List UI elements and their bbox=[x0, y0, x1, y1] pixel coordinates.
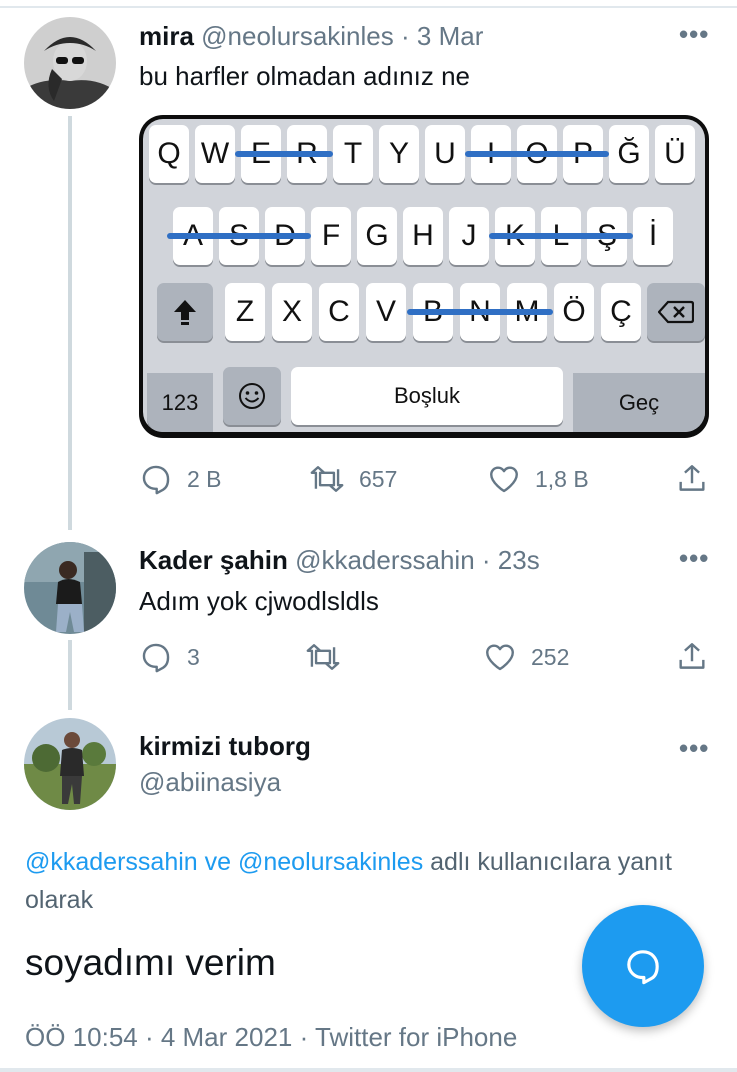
key-z: Z bbox=[225, 283, 265, 341]
reply-icon bbox=[142, 465, 170, 495]
display-name[interactable]: Kader şahin bbox=[139, 545, 288, 575]
retweet-count: 657 bbox=[359, 465, 398, 492]
strikethrough-line bbox=[235, 151, 333, 157]
emoji-key bbox=[223, 367, 281, 425]
mention-connector: ve bbox=[204, 848, 232, 876]
key-x: X bbox=[272, 283, 312, 341]
reply-count: 3 bbox=[187, 643, 200, 670]
keyboard-image[interactable]: 123 Boşluk Geç QWERTYUIOPĞÜASDFGHJKLŞİZX… bbox=[139, 115, 709, 438]
user-handle[interactable]: @kkaderssahin bbox=[295, 545, 475, 575]
avatar[interactable] bbox=[24, 17, 116, 109]
tweet-text: Adım yok cjwodlsldls bbox=[139, 586, 379, 616]
shift-arrow-icon bbox=[174, 300, 196, 325]
share-button[interactable] bbox=[675, 462, 709, 496]
key-h: H bbox=[403, 207, 443, 265]
mention-link[interactable]: @neolursakinles bbox=[238, 848, 423, 876]
tweet-header: mira @neolursakinles · 3 Mar bbox=[139, 20, 483, 52]
display-name[interactable]: kirmizi tuborg bbox=[139, 731, 311, 761]
like-button[interactable]: 1,8 B bbox=[487, 462, 589, 496]
reply-button[interactable]: 3 bbox=[139, 640, 200, 674]
more-options-button[interactable]: ••• bbox=[679, 543, 709, 574]
separator-dot: · bbox=[401, 21, 410, 51]
main-tweet-name: kirmizi tuborg bbox=[139, 730, 311, 762]
like-count: 1,8 B bbox=[535, 465, 589, 492]
retweet-icon bbox=[310, 466, 344, 492]
retweet-icon bbox=[306, 644, 340, 670]
shift-key bbox=[157, 283, 213, 341]
main-tweet-text: soyadımı verim bbox=[25, 942, 276, 983]
keyboard-surface: 123 Boşluk Geç QWERTYUIOPĞÜASDFGHJKLŞİZX… bbox=[143, 119, 705, 432]
reply-context: @kkaderssahin ve @neolursakinles adlı ku… bbox=[25, 843, 705, 919]
heart-icon bbox=[486, 644, 514, 671]
main-tweet-handle: @abiinasiya bbox=[139, 766, 281, 798]
like-button[interactable]: 252 bbox=[483, 640, 569, 674]
thread-line bbox=[68, 116, 72, 530]
reply-icon bbox=[142, 643, 170, 673]
retweet-button[interactable]: 657 bbox=[309, 462, 397, 496]
key-j: J bbox=[449, 207, 489, 265]
numbers-key: 123 bbox=[147, 373, 213, 432]
reply-button[interactable]: 2 B bbox=[139, 462, 222, 496]
tweet-actions: 3 252 bbox=[139, 640, 709, 680]
more-options-button[interactable]: ••• bbox=[679, 733, 709, 764]
key-ç: Ç bbox=[601, 283, 641, 341]
heart-icon bbox=[490, 466, 518, 493]
key-t: T bbox=[333, 125, 373, 183]
strikethrough-line bbox=[465, 151, 609, 157]
tweet-text: bu harfler olmadan adınız ne bbox=[139, 61, 470, 91]
avatar[interactable] bbox=[24, 542, 116, 634]
key-ö: Ö bbox=[554, 283, 594, 341]
more-options-button[interactable]: ••• bbox=[679, 19, 709, 50]
key-y: Y bbox=[379, 125, 419, 183]
compose-reply-button[interactable] bbox=[582, 905, 704, 1027]
tweet-timestamp[interactable]: ÖÖ 10:54 · 4 Mar 2021 · Twitter for iPho… bbox=[25, 1022, 517, 1053]
key-g: G bbox=[357, 207, 397, 265]
avatar[interactable] bbox=[24, 718, 116, 810]
strikethrough-line bbox=[407, 309, 553, 315]
delete-icon bbox=[658, 300, 694, 324]
share-icon bbox=[679, 643, 705, 669]
space-key: Boşluk bbox=[291, 367, 563, 425]
reply-bubble-icon bbox=[627, 950, 659, 985]
mention-link[interactable]: @kkaderssahin bbox=[25, 848, 198, 876]
key-ğ: Ğ bbox=[609, 125, 649, 183]
strikethrough-line bbox=[167, 233, 311, 239]
key-ü: Ü bbox=[655, 125, 695, 183]
like-count: 252 bbox=[531, 643, 570, 670]
share-icon bbox=[679, 465, 705, 491]
share-button[interactable] bbox=[675, 640, 709, 674]
key-i̇: İ bbox=[633, 207, 673, 265]
return-key: Geç bbox=[573, 373, 705, 432]
emoji-icon bbox=[239, 383, 265, 409]
thread-line bbox=[68, 640, 72, 710]
key-w: W bbox=[195, 125, 235, 183]
key-q: Q bbox=[149, 125, 189, 183]
tweet-header: Kader şahin @kkaderssahin · 23s bbox=[139, 544, 540, 576]
key-u: U bbox=[425, 125, 465, 183]
key-v: V bbox=[366, 283, 406, 341]
user-handle[interactable]: @neolursakinles bbox=[201, 21, 394, 51]
retweet-button[interactable] bbox=[305, 640, 341, 674]
separator-dot: · bbox=[481, 545, 491, 575]
bottom-divider bbox=[0, 1068, 737, 1072]
backspace-key bbox=[647, 283, 705, 341]
top-divider bbox=[0, 6, 737, 8]
user-handle[interactable]: @abiinasiya bbox=[139, 767, 281, 797]
display-name[interactable]: mira bbox=[139, 21, 194, 51]
tweet-date[interactable]: 23s bbox=[498, 545, 540, 575]
reply-count: 2 B bbox=[187, 465, 222, 492]
tweet-date[interactable]: 3 Mar bbox=[417, 21, 483, 51]
key-c: C bbox=[319, 283, 359, 341]
tweet-actions: 2 B 657 1,8 B bbox=[139, 462, 709, 502]
strikethrough-line bbox=[489, 233, 633, 239]
key-f: F bbox=[311, 207, 351, 265]
